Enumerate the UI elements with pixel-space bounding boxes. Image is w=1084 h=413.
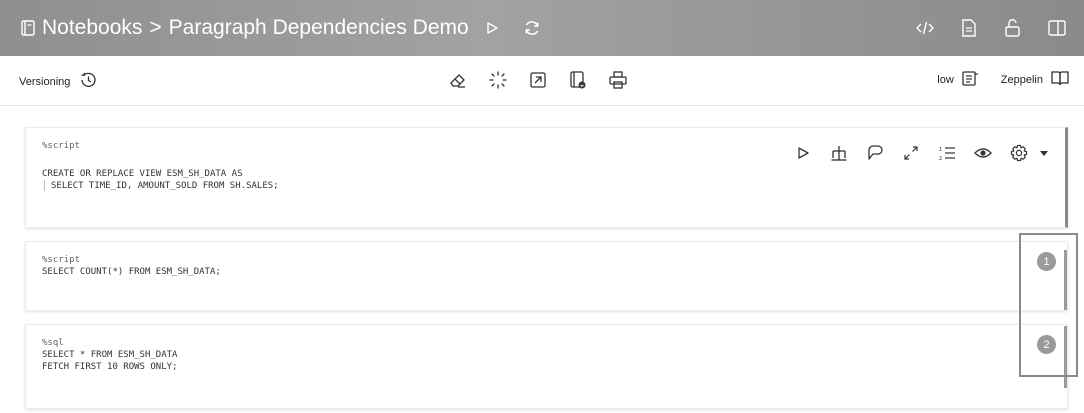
- paragraph-interpreter: %script: [42, 141, 80, 151]
- paragraph-interpreter: %script: [42, 255, 80, 265]
- notebook-title: Paragraph Dependencies Demo: [168, 16, 469, 39]
- breadcrumb-notebooks-link[interactable]: Notebooks: [42, 16, 142, 40]
- paragraph-interpreter: %sql: [42, 338, 64, 348]
- code-line: SELECT TIME_ID, AMOUNT_SOLD FROM SH.SALE…: [51, 181, 279, 191]
- code-icon[interactable]: [910, 13, 940, 43]
- svg-text:2: 2: [939, 156, 942, 161]
- refresh-icon[interactable]: [517, 13, 547, 43]
- versioning-button[interactable]: Versioning: [19, 70, 98, 93]
- breadcrumb-separator: >: [149, 16, 162, 39]
- zeppelin-label: Zeppelin: [1000, 73, 1043, 86]
- run-icon[interactable]: [785, 143, 821, 163]
- document-icon[interactable]: [954, 13, 984, 43]
- hierarchy-icon[interactable]: [821, 143, 857, 163]
- paragraph-2[interactable]: %script SELECT COUNT(*) FROM ESM_SH_DATA…: [25, 241, 1068, 311]
- comment-icon[interactable]: [857, 143, 893, 163]
- code-line: SELECT * FROM ESM_SH_DATA: [42, 350, 178, 360]
- run-all-icon[interactable]: [477, 13, 507, 43]
- interpreter-selector[interactable]: low: [937, 69, 979, 90]
- notebook-icon: [20, 19, 36, 37]
- zeppelin-docs-button[interactable]: Zeppelin: [1001, 69, 1070, 90]
- code-line: FETCH FIRST 10 ROWS ONLY;: [42, 362, 178, 372]
- magic-icon[interactable]: [486, 68, 510, 92]
- versioning-label: Versioning: [19, 75, 71, 88]
- panel-icon[interactable]: [1042, 13, 1072, 43]
- caret-down-icon[interactable]: [1037, 143, 1051, 163]
- indent-guide: [44, 180, 45, 191]
- print-icon[interactable]: [606, 68, 630, 92]
- interpreter-label: low: [937, 73, 954, 86]
- code-editor[interactable]: %sql SELECT * FROM ESM_SH_DATA FETCH FIR…: [42, 337, 177, 373]
- unlock-icon[interactable]: [998, 13, 1028, 43]
- code-line: CREATE OR REPLACE VIEW ESM_SH_DATA AS: [42, 169, 243, 179]
- breadcrumb: Notebooks > Paragraph Dependencies Demo: [42, 13, 547, 43]
- eraser-icon[interactable]: [446, 68, 470, 92]
- code-editor[interactable]: CREATE OR REPLACE VIEW ESM_SH_DATA AS SE…: [42, 168, 279, 192]
- notebook-toolbar: Versioning low Zeppelin: [0, 56, 1084, 106]
- history-icon: [78, 70, 98, 93]
- line-numbers-icon[interactable]: 12: [929, 143, 965, 163]
- code-editor[interactable]: %script SELECT COUNT(*) FROM ESM_SH_DATA…: [42, 254, 221, 278]
- export-icon[interactable]: [526, 68, 550, 92]
- paragraph-1[interactable]: %script CREATE OR REPLACE VIEW ESM_SH_DA…: [25, 127, 1068, 228]
- paragraph-3[interactable]: %sql SELECT * FROM ESM_SH_DATA FETCH FIR…: [25, 324, 1068, 409]
- visibility-icon[interactable]: [965, 143, 1001, 163]
- paragraph-toolbar: 12: [785, 143, 1051, 163]
- code-line: SELECT COUNT(*) FROM ESM_SH_DATA;: [42, 267, 221, 277]
- settings-icon[interactable]: [1001, 143, 1037, 163]
- list-settings-icon: [961, 69, 979, 90]
- expand-icon[interactable]: [893, 143, 929, 163]
- svg-text:1: 1: [939, 147, 942, 153]
- dependency-highlight-box: [1019, 233, 1078, 377]
- book-icon: [1050, 69, 1070, 90]
- import-icon[interactable]: [566, 68, 590, 92]
- notebook-titlebar: Notebooks > Paragraph Dependencies Demo: [0, 0, 1084, 56]
